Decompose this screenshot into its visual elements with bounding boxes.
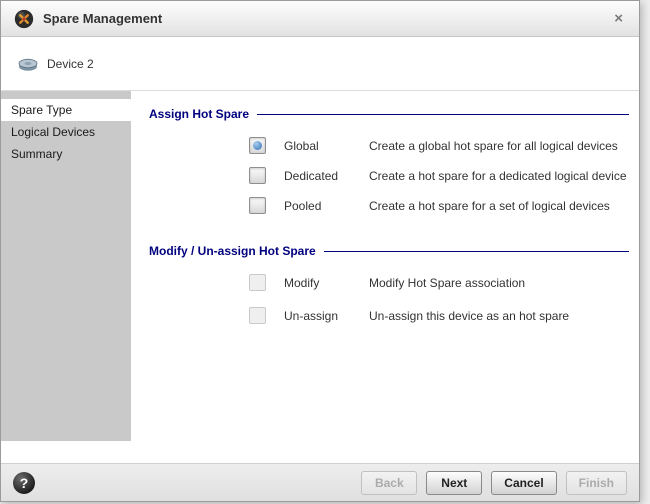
option-dedicated: Dedicated Create a hot spare for a dedic… <box>249 167 629 184</box>
dialog-footer: ? Back Next Cancel Finish <box>1 463 639 501</box>
section-rule <box>257 114 629 115</box>
footer-buttons: Back Next Cancel Finish <box>361 471 627 495</box>
option-global: Global Create a global hot spare for all… <box>249 137 629 154</box>
option-label: Un-assign <box>284 309 369 323</box>
window-title: Spare Management <box>43 11 162 26</box>
option-modify: Modify Modify Hot Spare association <box>249 274 629 291</box>
back-button: Back <box>361 471 417 495</box>
sidebar-item-logical-devices[interactable]: Logical Devices <box>1 121 131 143</box>
device-header: Device 2 <box>1 37 639 91</box>
sidebar-item-spare-type[interactable]: Spare Type <box>1 99 131 121</box>
wizard-sidebar: Spare Type Logical Devices Summary <box>1 91 131 441</box>
device-icon <box>17 55 39 72</box>
window-titlebar: Spare Management × <box>1 1 639 37</box>
option-description: Create a hot spare for a set of logical … <box>369 199 610 213</box>
selected-dot <box>253 141 262 150</box>
device-label: Device 2 <box>47 57 94 71</box>
section-title-text: Modify / Un-assign Hot Spare <box>149 244 316 258</box>
finish-button: Finish <box>566 471 627 495</box>
option-description: Create a hot spare for a dedicated logic… <box>369 169 627 183</box>
dedicated-checkbox[interactable] <box>249 167 266 184</box>
option-label: Modify <box>284 276 369 290</box>
spare-management-dialog: Spare Management × Device 2 Spare Type L… <box>0 0 640 502</box>
dialog-body: Spare Type Logical Devices Summary Assig… <box>1 91 639 441</box>
option-unassign: Un-assign Un-assign this device as an ho… <box>249 307 629 324</box>
modify-unassign-section-title: Modify / Un-assign Hot Spare <box>149 244 629 258</box>
next-button[interactable]: Next <box>426 471 482 495</box>
main-panel: Assign Hot Spare Global Create a global … <box>131 91 639 441</box>
option-label: Global <box>284 139 369 153</box>
unassign-checkbox <box>249 307 266 324</box>
close-icon[interactable]: × <box>610 9 627 28</box>
global-checkbox[interactable] <box>249 137 266 154</box>
footer-spacer <box>1 441 639 463</box>
help-icon[interactable]: ? <box>13 472 35 494</box>
assign-hot-spare-section-title: Assign Hot Spare <box>149 107 629 121</box>
option-description: Create a global hot spare for all logica… <box>369 139 618 153</box>
section-title-text: Assign Hot Spare <box>149 107 249 121</box>
option-description: Un-assign this device as an hot spare <box>369 309 569 323</box>
spare-management-icon <box>13 8 35 30</box>
option-label: Dedicated <box>284 169 369 183</box>
sidebar-item-summary[interactable]: Summary <box>1 143 131 165</box>
cancel-button[interactable]: Cancel <box>491 471 556 495</box>
section-rule <box>324 251 629 252</box>
option-description: Modify Hot Spare association <box>369 276 525 290</box>
option-pooled: Pooled Create a hot spare for a set of l… <box>249 197 629 214</box>
modify-checkbox <box>249 274 266 291</box>
option-label: Pooled <box>284 199 369 213</box>
pooled-checkbox[interactable] <box>249 197 266 214</box>
